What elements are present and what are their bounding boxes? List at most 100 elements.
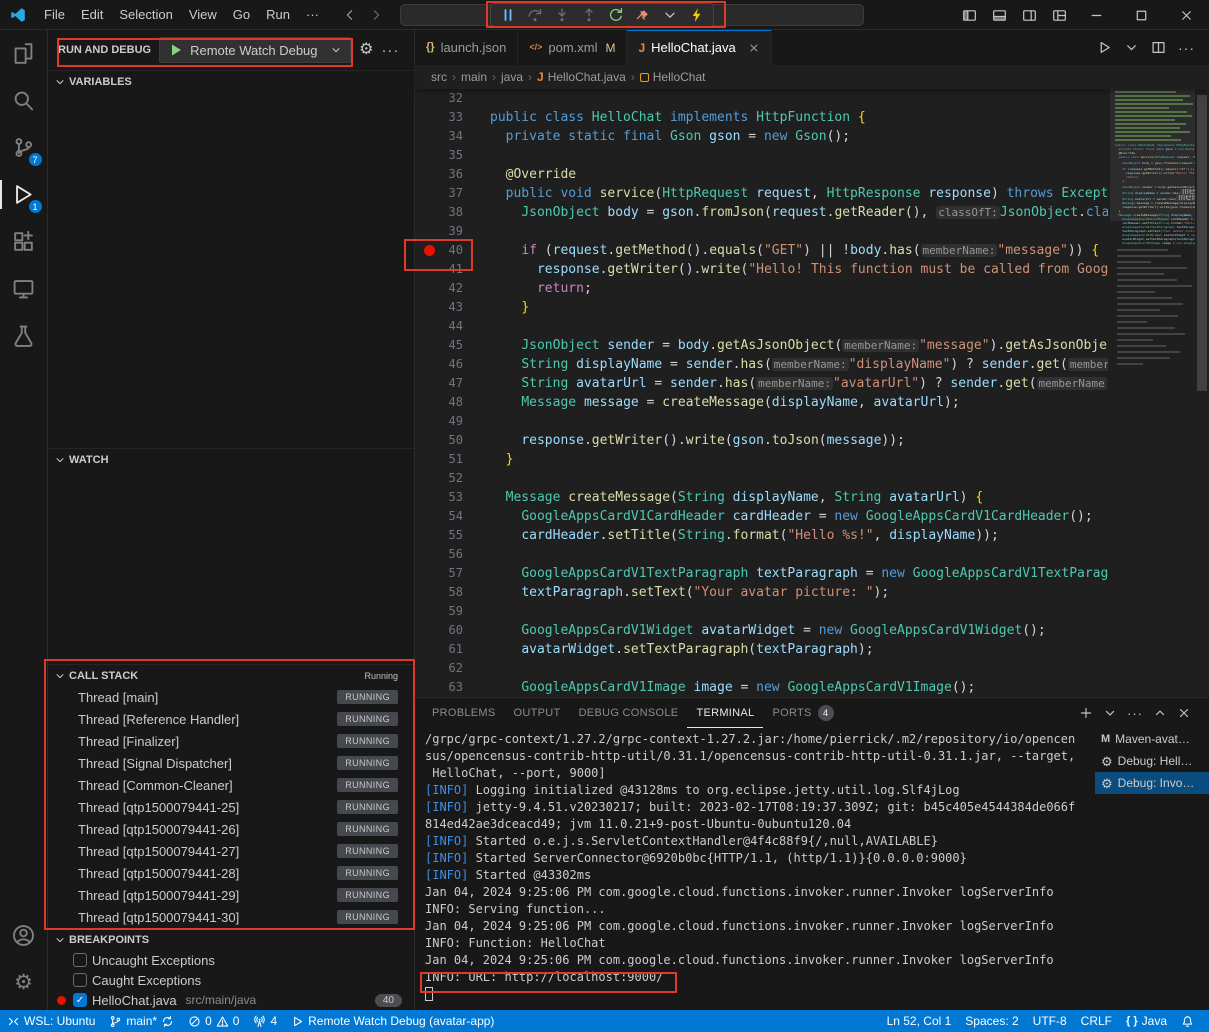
code-line-51[interactable]: 51 } [415,450,1209,469]
code-line-46[interactable]: 46 String displayName = sender.has(membe… [415,355,1209,374]
remote-explorer-icon[interactable] [0,265,48,312]
step-into-button[interactable] [548,4,575,26]
code-line-45[interactable]: 45 JsonObject sender = body.getAsJsonObj… [415,336,1209,355]
code-line-50[interactable]: 50 response.getWriter().write(gson.toJso… [415,431,1209,450]
thread-row[interactable]: Thread [qtp1500079441-26]RUNNING [48,818,414,840]
testing-icon[interactable] [0,312,48,359]
debug-session[interactable]: Remote Watch Debug (avatar-app) [284,1010,501,1032]
code-line-58[interactable]: 58 textParagraph.setText("Your avatar pi… [415,583,1209,602]
account-icon[interactable] [0,912,48,959]
code-line-60[interactable]: 60 GoogleAppsCardV1Widget avatarWidget =… [415,621,1209,640]
close-window-button[interactable] [1164,0,1209,30]
thread-row[interactable]: Thread [qtp1500079441-28]RUNNING [48,862,414,884]
tab-pom-xml[interactable]: </>pom.xmlM [518,30,627,65]
panel-tab-terminal[interactable]: TERMINAL [687,698,763,728]
breadcrumb-item[interactable]: src [431,70,447,84]
close-tab-icon[interactable] [748,42,760,54]
menu-selection[interactable]: Selection [111,4,180,25]
menu-edit[interactable]: Edit [73,4,111,25]
breakpoint-row[interactable]: Caught Exceptions [48,970,414,990]
settings-gear-icon[interactable]: ⚙ [0,959,48,1006]
git-branch[interactable]: main* [102,1010,181,1032]
breakpoint-checkbox[interactable] [73,973,87,987]
split-editor-button[interactable] [1151,40,1166,55]
ports-forwarded[interactable]: 4 [246,1010,284,1032]
disconnect-button[interactable] [629,4,656,26]
run-button[interactable] [1097,40,1112,55]
panel-tab-ports[interactable]: PORTS4 [763,698,842,728]
code-line-55[interactable]: 55 cardHeader.setTitle(String.format("He… [415,526,1209,545]
code-line-33[interactable]: 33public class HelloChat implements Http… [415,108,1209,127]
variables-header[interactable]: VARIABLES [48,70,414,92]
code-line-49[interactable]: 49 [415,412,1209,431]
thread-row[interactable]: Thread [Signal Dispatcher]RUNNING [48,752,414,774]
toggle-panel-button[interactable] [984,0,1014,30]
code-line-63[interactable]: 63 GoogleAppsCardV1Image image = new Goo… [415,678,1209,697]
forward-button[interactable] [369,8,383,22]
minimap[interactable]: public class HelloChat implements HttpFu… [1110,89,1195,697]
source-control-icon[interactable]: 7 [0,124,48,171]
panel-more-button[interactable]: ··· [1127,707,1143,720]
thread-row[interactable]: Thread [Common-Cleaner]RUNNING [48,774,414,796]
thread-row[interactable]: Thread [qtp1500079441-27]RUNNING [48,840,414,862]
maximize-button[interactable] [1119,0,1164,30]
code-line-62[interactable]: 62 [415,659,1209,678]
run-dropdown[interactable] [1124,40,1139,55]
breakpoint-row[interactable]: ✓HelloChat.javasrc/main/java40 [48,990,414,1010]
code-line-44[interactable]: 44 [415,317,1209,336]
pause-button[interactable] [494,4,521,26]
code-line-54[interactable]: 54 GoogleAppsCardV1CardHeader cardHeader… [415,507,1209,526]
debug-config-dropdown[interactable]: Remote Watch Debug [159,37,351,63]
code-line-37[interactable]: 37 public void service(HttpRequest reque… [415,184,1209,203]
step-out-button[interactable] [575,4,602,26]
thread-row[interactable]: Thread [main]RUNNING [48,686,414,708]
panel-tab-output[interactable]: OUTPUT [505,698,570,728]
step-over-button[interactable] [521,4,548,26]
menu-file[interactable]: File [36,4,73,25]
run-and-debug-icon[interactable]: 1 [0,171,48,218]
breadcrumb-item[interactable]: HelloChat [640,70,706,84]
code-line-34[interactable]: 34 private static final Gson gson = new … [415,127,1209,146]
code-line-39[interactable]: 39 [415,222,1209,241]
close-panel-button[interactable] [1177,706,1191,720]
problems-indicator[interactable]: 00 [181,1010,246,1032]
thread-row[interactable]: Thread [qtp1500079441-30]RUNNING [48,906,414,928]
code-line-41[interactable]: 41 response.getWriter().write("Hello! Th… [415,260,1209,279]
eol-sequence[interactable]: CRLF [1074,1010,1119,1032]
code-line-38[interactable]: 38 JsonObject body = gson.fromJson(reque… [415,203,1209,222]
tab-launch-json[interactable]: {}launch.json [415,30,518,65]
back-button[interactable] [343,8,357,22]
terminal-list-item[interactable]: ⚙Debug: Invo… [1095,772,1209,794]
thread-row[interactable]: Thread [qtp1500079441-25]RUNNING [48,796,414,818]
breakpoints-header[interactable]: BREAKPOINTS [48,928,414,950]
explorer-icon[interactable] [0,30,48,77]
breakpoint-checkbox[interactable]: ✓ [73,993,87,1007]
code-line-48[interactable]: 48 Message message = createMessage(displ… [415,393,1209,412]
hot-code-replace-button[interactable] [683,4,710,26]
breadcrumb-item[interactable]: java [501,70,523,84]
debug-settings-gear-icon[interactable]: ⚙ [359,42,373,58]
thread-row[interactable]: Thread [Finalizer]RUNNING [48,730,414,752]
terminal-profile-dropdown[interactable] [1103,706,1117,720]
indentation[interactable]: Spaces: 2 [958,1010,1025,1032]
code-line-52[interactable]: 52 [415,469,1209,488]
language-mode[interactable]: { }Java [1119,1010,1174,1032]
code-line-36[interactable]: 36 @Override [415,165,1209,184]
tab-hellochat-java[interactable]: JHelloChat.java [627,30,771,65]
customize-layout-button[interactable] [1044,0,1074,30]
code-line-32[interactable]: 32 [415,89,1209,108]
editor-scrollbar[interactable] [1197,95,1207,391]
breadcrumb-item[interactable]: main [461,70,487,84]
code-line-43[interactable]: 43 } [415,298,1209,317]
restart-button[interactable] [602,4,629,26]
code-line-61[interactable]: 61 avatarWidget.setTextParagraph(textPar… [415,640,1209,659]
menu-view[interactable]: View [181,4,225,25]
remote-indicator[interactable]: WSL: Ubuntu [0,1010,102,1032]
encoding[interactable]: UTF-8 [1026,1010,1074,1032]
menu-more[interactable]: ··· [298,4,327,25]
editor-more-button[interactable]: ··· [1178,41,1195,55]
thread-row[interactable]: Thread [qtp1500079441-29]RUNNING [48,884,414,906]
code-editor[interactable]: 3233public class HelloChat implements Ht… [415,89,1209,697]
new-terminal-button[interactable] [1079,706,1093,720]
code-line-42[interactable]: 42 return; [415,279,1209,298]
